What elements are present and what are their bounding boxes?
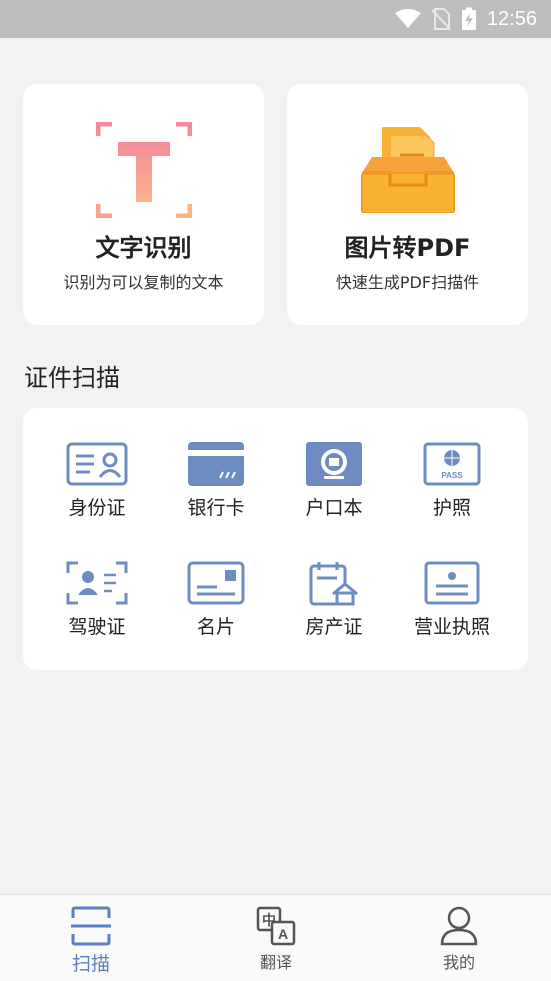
doc-item-bank-card[interactable]: 银行卡 <box>157 410 275 520</box>
doc-item-property-certificate[interactable]: 房产证 <box>275 529 393 639</box>
tab-scan[interactable]: 扫描 <box>31 895 151 981</box>
image-to-pdf-card[interactable]: 图片转PDF 快速生成PDF扫描件 <box>287 84 528 325</box>
business-license-icon <box>424 561 480 604</box>
doc-item-label: 护照 <box>432 497 471 519</box>
image-to-pdf-title: 图片转PDF <box>344 234 471 262</box>
driver-license-icon <box>66 561 128 604</box>
section-title: 证件扫描 <box>24 364 120 392</box>
passport-text: PASS <box>441 471 463 480</box>
business-card-icon <box>187 561 245 604</box>
tab-label: 我的 <box>442 953 475 972</box>
bottom-tab-bar: 扫描 中 A 翻译 我的 <box>0 894 551 981</box>
doc-item-household-register[interactable]: 户口本 <box>275 410 393 520</box>
image-to-pdf-subtitle: 快速生成PDF扫描件 <box>335 273 480 292</box>
tab-translate[interactable]: 中 A 翻译 <box>216 895 336 981</box>
status-time: 12:56 <box>486 7 537 30</box>
doc-item-business-license[interactable]: 营业执照 <box>393 529 511 639</box>
translate-icon: 中 A <box>256 906 296 946</box>
doc-item-business-card[interactable]: 名片 <box>157 529 275 639</box>
doc-item-label: 营业执照 <box>413 616 490 638</box>
battery-charging-icon <box>461 7 476 30</box>
wifi-icon <box>394 9 421 28</box>
doc-item-label: 驾驶证 <box>68 616 126 638</box>
tab-label: 翻译 <box>259 953 292 972</box>
translate-en-glyph: A <box>278 926 288 942</box>
text-recognition-title: 文字识别 <box>95 234 192 262</box>
doc-item-driver-license[interactable]: 驾驶证 <box>38 529 156 639</box>
doc-item-label: 银行卡 <box>187 497 245 519</box>
status-bar: 12:56 <box>0 0 551 38</box>
doc-item-id-card[interactable]: 身份证 <box>38 410 156 520</box>
document-scan-panel: 身份证 银行卡 户口本 PASS 护照 驾驶证 名片 房产证 营业执照 <box>23 408 528 670</box>
text-recognition-icon <box>95 122 192 218</box>
property-certificate-icon <box>309 561 358 605</box>
bank-card-icon <box>188 441 244 486</box>
doc-item-label: 户口本 <box>305 497 363 519</box>
household-register-icon <box>306 441 362 486</box>
scan-icon <box>71 906 111 946</box>
text-recognition-subtitle: 识别为可以复制的文本 <box>63 273 224 292</box>
id-card-icon <box>66 442 128 485</box>
tab-label: 扫描 <box>71 953 110 975</box>
passport-icon: PASS <box>423 442 481 485</box>
inbox-documents-icon <box>360 127 455 213</box>
doc-item-label: 名片 <box>196 616 235 638</box>
doc-item-label: 身份证 <box>68 497 126 519</box>
text-recognition-card[interactable]: 文字识别 识别为可以复制的文本 <box>23 84 264 325</box>
tab-profile[interactable]: 我的 <box>399 895 519 981</box>
no-sim-icon <box>431 8 451 30</box>
doc-item-passport[interactable]: PASS 护照 <box>393 410 511 520</box>
profile-icon <box>440 906 478 946</box>
doc-item-label: 房产证 <box>305 616 363 638</box>
